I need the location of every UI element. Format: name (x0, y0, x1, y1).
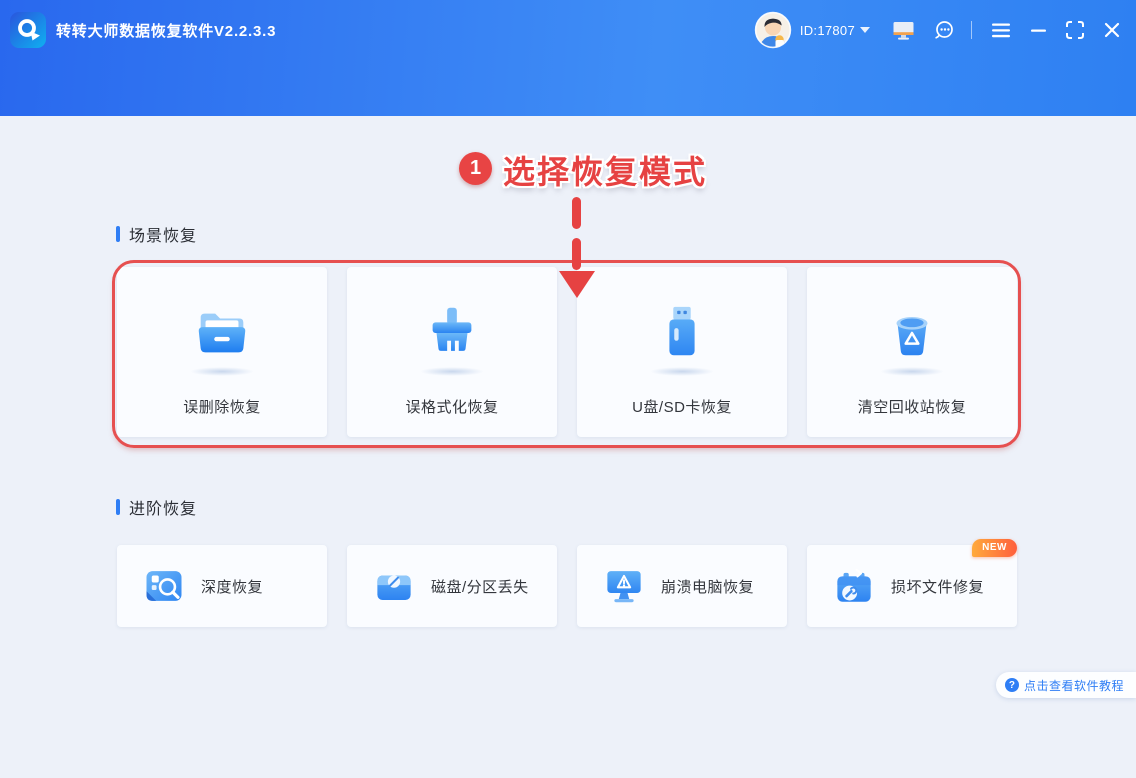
maximize-icon[interactable] (1066, 21, 1084, 39)
section-header-scene-recovery: 场景恢复 (116, 222, 197, 246)
app-title: 转转大师数据恢复软件V2.2.3.3 (56, 20, 276, 41)
dropdown-caret-icon[interactable] (860, 27, 870, 33)
monitor-icon[interactable] (892, 20, 915, 41)
card-undelete-recovery[interactable]: 误删除恢复 (117, 267, 327, 437)
user-id[interactable]: ID:17807 (800, 23, 855, 38)
section-title: 场景恢复 (129, 222, 197, 246)
titlebar: 转转大师数据恢复软件V2.2.3.3 ID:17807 (0, 0, 1136, 60)
card-label: 深度恢复 (201, 576, 263, 597)
customer-service-icon[interactable] (933, 19, 955, 41)
icon-shadow (420, 367, 484, 376)
minimize-icon[interactable] (1031, 23, 1046, 38)
card-label: 误格式化恢复 (405, 396, 498, 417)
avatar[interactable] (754, 11, 792, 49)
card-crashed-pc-recovery[interactable]: 崩溃电脑恢复 (577, 545, 787, 627)
file-repair-icon (833, 565, 875, 607)
annotation-arrow-dash (572, 197, 581, 229)
card-label: 损坏文件修复 (891, 576, 984, 597)
card-disk-partition-loss[interactable]: 磁盘/分区丢失 (347, 545, 557, 627)
annotation-arrow-head-icon (559, 271, 595, 298)
new-badge: NEW (972, 539, 1017, 557)
annotation-text: 选择恢复模式 (503, 147, 707, 193)
card-format-recovery[interactable]: 误格式化恢复 (347, 267, 557, 437)
app-window: 转转大师数据恢复软件V2.2.3.3 ID:17807 (0, 0, 1136, 778)
icon-shadow (190, 367, 254, 376)
card-label: U盘/SD卡恢复 (632, 396, 732, 417)
app-logo-icon (10, 12, 46, 48)
deep-scan-icon (143, 565, 185, 607)
section-accent-bar (116, 226, 120, 242)
card-recycle-bin-recovery[interactable]: 清空回收站恢复 (807, 267, 1017, 437)
header: 转转大师数据恢复软件V2.2.3.3 ID:17807 (0, 0, 1136, 116)
question-icon: ? (1005, 678, 1019, 692)
icon-shadow (650, 367, 714, 376)
icon-shadow (880, 367, 944, 376)
close-icon[interactable] (1104, 22, 1120, 38)
card-label: 崩溃电脑恢复 (661, 576, 754, 597)
advanced-recovery-row: 深度恢复 磁盘/分区丢失 (117, 545, 1017, 627)
help-label: 点击查看软件教程 (1024, 677, 1124, 694)
card-label: 磁盘/分区丢失 (431, 576, 529, 597)
disk-icon (373, 565, 415, 607)
annotation-step-number: 1 (459, 152, 492, 185)
section-header-advanced-recovery: 进阶恢复 (116, 495, 197, 519)
brush-icon (421, 301, 483, 363)
section-title: 进阶恢复 (129, 495, 197, 519)
titlebar-divider (971, 21, 972, 39)
card-usb-sd-recovery[interactable]: U盘/SD卡恢复 (577, 267, 787, 437)
card-label: 清空回收站恢复 (858, 396, 967, 417)
recycle-bin-icon (881, 301, 943, 363)
crashed-pc-icon (603, 565, 645, 607)
card-label: 误删除恢复 (183, 396, 261, 417)
section-accent-bar (116, 499, 120, 515)
annotation-arrow-dash (572, 238, 581, 270)
card-corrupt-file-repair[interactable]: 损坏文件修复 NEW (807, 545, 1017, 627)
usb-drive-icon (651, 301, 713, 363)
card-deep-recovery[interactable]: 深度恢复 (117, 545, 327, 627)
help-tutorial-button[interactable]: ? 点击查看软件教程 (996, 672, 1136, 698)
titlebar-right: ID:17807 (754, 11, 1120, 49)
menu-icon[interactable] (992, 23, 1011, 38)
folder-icon (191, 301, 253, 363)
